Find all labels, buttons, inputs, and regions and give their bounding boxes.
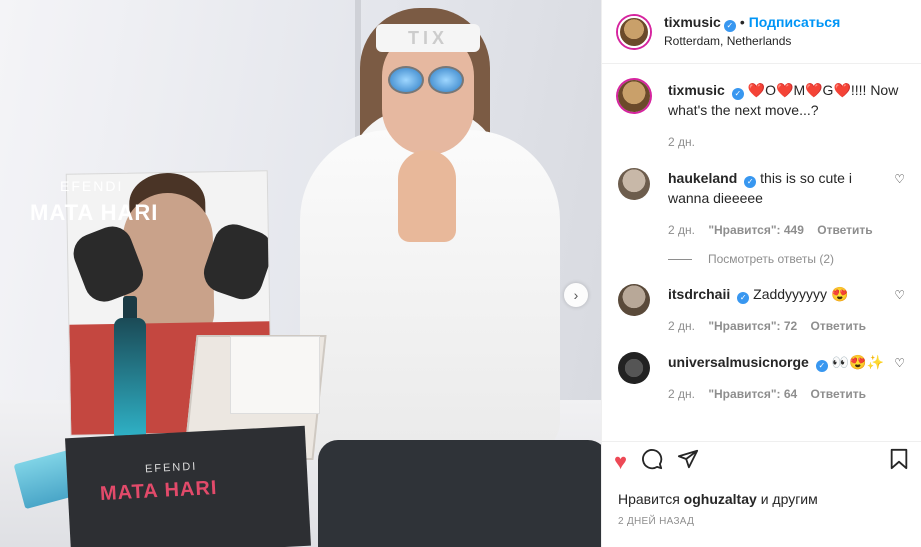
comment-body: universalmusicnorge ✓ 👀😍✨ 2 дн. "Нравится…: [668, 352, 886, 404]
liked-prefix: Нравится: [618, 491, 680, 507]
comment-line: haukeland ✓ this is so cute i wanna dieee…: [668, 168, 886, 208]
commenter-username[interactable]: haukeland: [668, 170, 737, 186]
comment-meta: 2 дн. "Нравится": 72 Ответить: [668, 316, 886, 336]
liked-suffix[interactable]: и другим: [761, 491, 818, 507]
bookmark-icon-svg: [890, 448, 908, 470]
follow-button[interactable]: Подписаться: [749, 14, 841, 30]
caption-username[interactable]: tixmusic: [668, 82, 725, 98]
comment-line: universalmusicnorge ✓ 👀😍✨: [668, 352, 886, 372]
verified-badge-icon: ✓: [723, 20, 736, 32]
comment: itsdrchaii ✓ Zaddyyyyyy 😍 2 дн. "Нравится…: [618, 284, 905, 336]
share-icon-svg: [677, 449, 699, 469]
caption-body: tixmusic ✓ ❤️O❤️M❤️G❤️!!!! Now what's the…: [668, 80, 905, 152]
commenter-avatar[interactable]: [618, 168, 650, 200]
caption-line: tixmusic ✓ ❤️O❤️M❤️G❤️!!!! Now what's the…: [668, 80, 905, 120]
view-replies[interactable]: Посмотреть ответы (2): [668, 252, 905, 266]
poster-title: MATA HARI: [30, 200, 159, 225]
post-date[interactable]: 2 ДНЕЙ НАЗАД: [618, 516, 694, 527]
author-meta: tixmusic ✓ • Подписаться Rotterdam, Netherl…: [664, 13, 840, 50]
comment-body: itsdrchaii ✓ Zaddyyyyyy 😍 2 дн. "Нравится…: [668, 284, 886, 336]
caption-time[interactable]: 2 дн.: [668, 135, 695, 149]
comment-meta: 2 дн. "Нравится": 64 Ответить: [668, 384, 886, 404]
comment-time[interactable]: 2 дн.: [668, 319, 695, 333]
reply-button[interactable]: Ответить: [811, 319, 866, 333]
liked-by: Нравится oghuzaltay и другим: [618, 491, 818, 507]
author-username[interactable]: tixmusic: [664, 14, 721, 30]
replies-line: [668, 258, 692, 260]
commenter-username[interactable]: itsdrchaii: [668, 286, 730, 302]
comment-like-heart-icon[interactable]: ♡: [894, 288, 905, 336]
commenter-avatar[interactable]: [618, 352, 650, 384]
verified-badge-icon: ✓: [815, 360, 828, 372]
author-avatar[interactable]: [618, 15, 650, 48]
post-header: tixmusic ✓ • Подписаться Rotterdam, Netherl…: [602, 0, 921, 64]
heart-icon[interactable]: ♥: [614, 449, 627, 474]
comment-time[interactable]: 2 дн.: [668, 387, 695, 401]
post-actions: ♥: [602, 441, 921, 481]
post-location[interactable]: Rotterdam, Netherlands: [664, 32, 840, 50]
comment-time[interactable]: 2 дн.: [668, 223, 695, 237]
headband: TIX: [376, 24, 480, 52]
comment-likes[interactable]: "Нравится": 64: [708, 387, 797, 401]
verified-badge-icon: ✓: [744, 176, 757, 188]
next-photo-button[interactable]: ›: [564, 283, 588, 307]
verified-badge-icon: ✓: [731, 88, 744, 100]
comment-likes[interactable]: "Нравится": 449: [708, 223, 804, 237]
comment-icon-svg: [642, 449, 663, 470]
bookmark-icon[interactable]: [889, 448, 909, 475]
comment-icon[interactable]: [641, 448, 663, 475]
share-icon[interactable]: [677, 448, 699, 475]
post-photo[interactable]: EFENDI MATA HARI TIX EFENDI MATA HARI ›: [0, 0, 601, 547]
sunglasses-left: [388, 66, 424, 94]
comment: haukeland ✓ this is so cute i wanna dieee…: [618, 168, 905, 240]
caption-meta: 2 дн.: [668, 132, 905, 152]
caption: tixmusic ✓ ❤️O❤️M❤️G❤️!!!! Now what's the…: [618, 80, 905, 152]
caption-avatar[interactable]: [618, 80, 650, 112]
comment-meta: 2 дн. "Нравится": 449 Ответить: [668, 220, 886, 240]
comments-list[interactable]: tixmusic ✓ ❤️O❤️M❤️G❤️!!!! Now what's the…: [602, 64, 921, 443]
poster-brand: EFENDI: [60, 178, 124, 194]
reply-button[interactable]: Ответить: [811, 387, 866, 401]
liked-user[interactable]: oghuzaltay: [684, 491, 757, 507]
view-replies-label[interactable]: Посмотреть ответы (2): [708, 252, 834, 266]
verified-badge-icon: ✓: [737, 292, 750, 304]
instagram-post: EFENDI MATA HARI TIX EFENDI MATA HARI › …: [0, 0, 921, 547]
comment-body: haukeland ✓ this is so cute i wanna dieee…: [668, 168, 886, 240]
jeans: [318, 440, 601, 547]
post-sidebar: tixmusic ✓ • Подписаться Rotterdam, Netherl…: [601, 0, 921, 547]
commenter-username[interactable]: universalmusicnorge: [668, 354, 809, 370]
comment-likes[interactable]: "Нравится": 72: [708, 319, 797, 333]
sunglasses-right: [428, 66, 464, 94]
separator-dot: •: [739, 14, 745, 30]
comment-text: 👀😍✨: [831, 354, 885, 370]
praying-hands: [398, 150, 456, 242]
reply-button[interactable]: Ответить: [817, 223, 872, 237]
comment-text: Zaddyyyyyy 😍: [753, 286, 849, 302]
comment-like-heart-icon[interactable]: ♡: [894, 356, 905, 404]
comment-line: itsdrchaii ✓ Zaddyyyyyy 😍: [668, 284, 886, 304]
box-lid: [230, 336, 320, 414]
commenter-avatar[interactable]: [618, 284, 650, 316]
comment-like-heart-icon[interactable]: ♡: [894, 172, 905, 240]
comment: universalmusicnorge ✓ 👀😍✨ 2 дн. "Нравится…: [618, 352, 905, 404]
perfume-bottle: [114, 318, 146, 438]
